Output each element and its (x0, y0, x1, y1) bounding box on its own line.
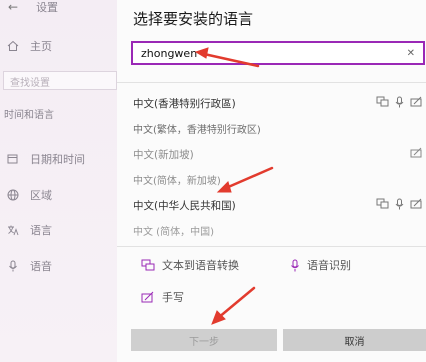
sidebar-item-region[interactable]: 区域 (6, 187, 52, 203)
settings-search-input[interactable]: 查找设置 (3, 71, 117, 90)
language-search-input[interactable]: zhongwen ✕ (131, 41, 425, 65)
section-heading: 时间和语言 (4, 110, 54, 121)
microphone-icon (290, 259, 300, 272)
sidebar-item-home[interactable]: 主页 (6, 38, 52, 54)
sidebar-header: ← 设置 (8, 0, 58, 14)
display-icon (141, 259, 155, 272)
settings-search-placeholder: 查找设置 (10, 78, 50, 89)
language-name: 中文(新加坡) (133, 149, 194, 161)
language-subtitle: 中文 (简体，中国) (133, 227, 214, 238)
legend-speech-label: 语音识别 (307, 259, 351, 272)
dialog-title: 选择要安装的语言 (133, 10, 254, 28)
language-feature-icons (376, 96, 423, 108)
legend-handwriting: 手写 (141, 289, 184, 305)
handwriting-icon (410, 147, 423, 159)
cancel-button[interactable]: 取消 (283, 329, 426, 351)
language-option-zh-hk[interactable]: 中文(香港特别行政區) 中文(繁体，香港特别行政区) (133, 96, 423, 136)
language-feature-icons (376, 198, 423, 210)
legend-handwriting-label: 手写 (162, 291, 184, 304)
language-subtitle: 中文(简体，新加坡) (133, 176, 221, 187)
speech-icon (395, 198, 404, 210)
language-subtitle: 中文(繁体，香港特别行政区) (133, 125, 261, 136)
handwriting-icon (141, 291, 155, 304)
home-icon (6, 39, 20, 53)
legend-speech: 语音识别 (290, 257, 351, 273)
next-button[interactable]: 下一步 (131, 329, 277, 351)
sidebar-item-home-label: 主页 (30, 40, 52, 53)
divider (117, 82, 426, 83)
sidebar-item-language[interactable]: 语言 (6, 222, 52, 238)
clear-icon[interactable]: ✕ (407, 48, 415, 59)
install-language-dialog: 选择要安装的语言 zhongwen ✕ 中文(香港特别行政區) 中文(繁体，香港… (117, 0, 426, 362)
divider (117, 246, 426, 247)
globe-icon (6, 188, 20, 202)
display-icon (376, 96, 389, 108)
sidebar-item-date-time[interactable]: 日期和时间 (6, 151, 85, 167)
back-arrow-icon[interactable]: ← (8, 0, 18, 14)
language-feature-icons (410, 147, 423, 159)
language-icon (6, 223, 20, 237)
legend-tts: 文本到语音转换 (141, 257, 239, 273)
settings-sidebar: ← 设置 主页 查找设置 时间和语言 日期和时间 区域 语言 语音 (0, 0, 117, 362)
language-option-zh-cn[interactable]: 中文(中华人民共和国) 中文 (简体，中国) (133, 198, 423, 238)
sidebar-item-label: 区域 (30, 189, 52, 202)
search-value: zhongwen (141, 46, 198, 60)
sidebar-item-speech[interactable]: 语音 (6, 258, 52, 274)
sidebar-item-label: 语音 (30, 260, 52, 273)
settings-title: 设置 (36, 1, 59, 14)
microphone-icon (6, 259, 20, 273)
speech-icon (395, 96, 404, 108)
sidebar-item-label: 语言 (30, 224, 52, 237)
sidebar-item-label: 日期和时间 (30, 153, 85, 166)
handwriting-icon (410, 96, 423, 108)
legend-tts-label: 文本到语音转换 (162, 259, 239, 272)
language-option-zh-sg[interactable]: 中文(新加坡) 中文(简体，新加坡) (133, 147, 423, 187)
calendar-clock-icon (6, 152, 20, 166)
handwriting-icon (410, 198, 423, 210)
display-icon (376, 198, 389, 210)
